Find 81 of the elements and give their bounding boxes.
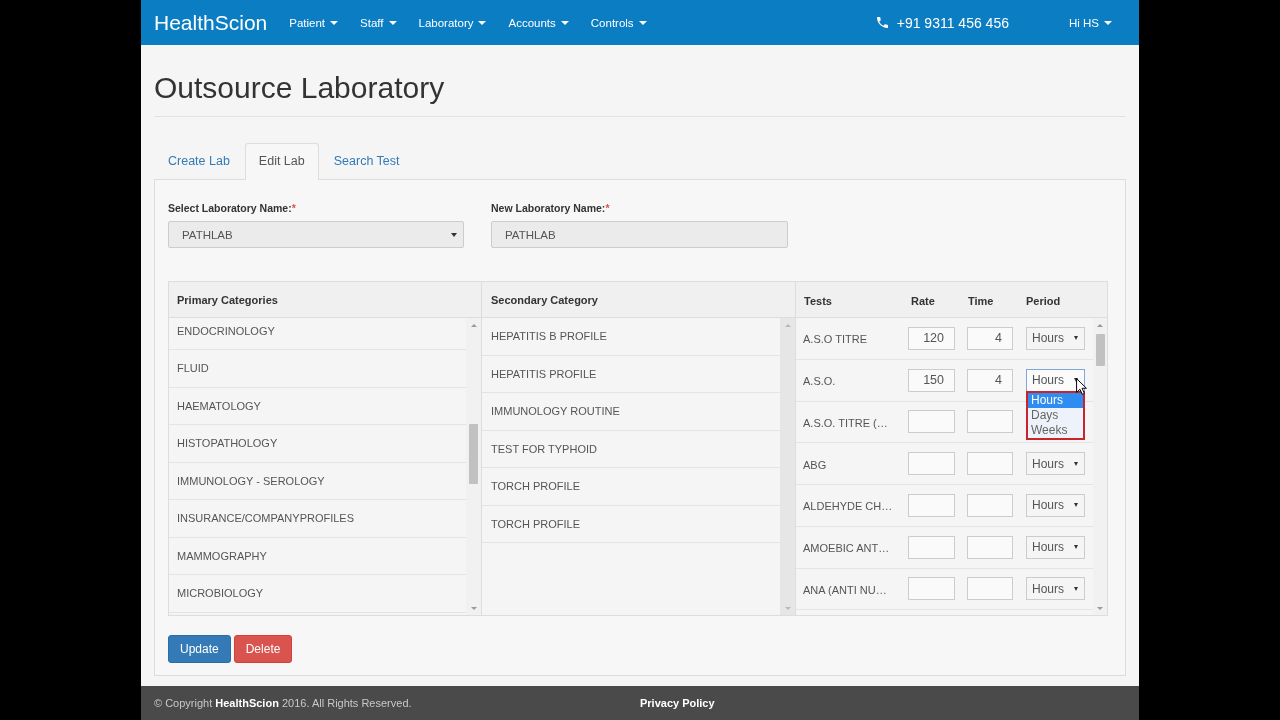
- caret-icon: [330, 20, 339, 25]
- delete-button[interactable]: Delete: [233, 635, 293, 663]
- period-select[interactable]: Hours: [1026, 452, 1085, 476]
- dropdown-option[interactable]: Weeks: [1028, 422, 1083, 438]
- caret-icon: [560, 20, 569, 25]
- rate-input[interactable]: [908, 535, 955, 559]
- caret-icon: [1074, 461, 1078, 466]
- test-name: A.S.O.: [803, 375, 836, 388]
- nav-menu-item[interactable]: Staff: [360, 16, 397, 29]
- privacy-policy-link[interactable]: Privacy Policy: [640, 697, 715, 709]
- column-header: Primary Categories: [169, 282, 481, 318]
- field-label: New Laboratory Name:*: [491, 201, 610, 216]
- time-input[interactable]: 4: [967, 368, 1013, 392]
- period-select[interactable]: Hours: [1026, 326, 1085, 350]
- rate-input[interactable]: [908, 452, 955, 476]
- user-menu[interactable]: Hi HS: [1068, 16, 1112, 29]
- test-name: A.S.O TITRE: [803, 333, 867, 346]
- time-input[interactable]: [967, 452, 1013, 476]
- caret-icon: [388, 20, 397, 25]
- caret-icon: [638, 20, 647, 25]
- scroll-down-arrow-icon[interactable]: [784, 607, 791, 610]
- caret-icon: [1074, 336, 1078, 341]
- column-header: Secondary Category: [482, 282, 795, 318]
- scrollbar-thumb[interactable]: [469, 424, 478, 484]
- nav-menu-item[interactable]: Accounts: [508, 16, 569, 29]
- nav-menu-item[interactable]: Controls: [590, 16, 647, 29]
- scrollbar[interactable]: [466, 318, 481, 615]
- brand-logo[interactable]: HealthScion: [154, 10, 268, 35]
- test-name: A.S.O. TITRE (…: [803, 416, 888, 429]
- nav-menu-item[interactable]: Patient: [289, 16, 339, 29]
- category-item[interactable]: ENDOCRINOLOGY: [169, 318, 466, 350]
- time-input[interactable]: 4: [967, 326, 1013, 350]
- page-title: Outsource Laboratory: [154, 71, 445, 104]
- caret-icon: [1104, 20, 1112, 25]
- phone-icon: [876, 17, 888, 28]
- tab[interactable]: Search Test: [319, 143, 414, 180]
- test-name: ANA (ANTI NU…: [803, 583, 887, 596]
- update-button[interactable]: Update: [168, 635, 231, 663]
- caret-icon: [1074, 545, 1078, 550]
- scroll-down-arrow-icon[interactable]: [470, 607, 477, 610]
- rate-input[interactable]: [908, 493, 955, 517]
- tab[interactable]: Create Lab: [154, 143, 244, 180]
- tab[interactable]: Edit Lab: [244, 143, 319, 180]
- scroll-down-arrow-icon[interactable]: [1097, 607, 1103, 610]
- scrollbar[interactable]: [780, 318, 795, 615]
- time-input[interactable]: [967, 493, 1013, 517]
- scroll-up-arrow-icon[interactable]: [470, 324, 477, 327]
- caret-icon: [1074, 503, 1078, 508]
- column-header: Tests: [804, 294, 832, 307]
- caret-icon: [478, 20, 487, 25]
- period-select[interactable]: Hours: [1026, 368, 1085, 392]
- nav-menu-item[interactable]: Laboratory: [418, 16, 487, 29]
- phone-number: +91 9311 456 456: [896, 14, 1009, 31]
- rate-input[interactable]: 150: [908, 368, 955, 392]
- time-input[interactable]: [967, 410, 1013, 434]
- field-label: Select Laboratory Name:*: [168, 201, 296, 216]
- caret-icon: [1074, 586, 1078, 591]
- scroll-up-arrow-icon[interactable]: [784, 324, 791, 327]
- column-header: Rate: [911, 294, 935, 307]
- time-input[interactable]: [967, 577, 1013, 601]
- laboratory-name-input[interactable]: PATHLAB: [491, 221, 788, 248]
- test-name: ABG: [803, 458, 827, 471]
- test-name: ALDEHYDE CH…: [803, 500, 893, 513]
- rate-input[interactable]: 120: [908, 326, 955, 350]
- period-select[interactable]: Hours: [1026, 577, 1085, 601]
- test-name: AMOEBIC ANT…: [803, 542, 890, 555]
- dropdown-option[interactable]: Days: [1028, 407, 1083, 423]
- column-header: Period: [1026, 294, 1061, 307]
- scroll-up-arrow-icon[interactable]: [1097, 324, 1103, 327]
- rate-input[interactable]: [908, 577, 955, 601]
- period-select[interactable]: Hours: [1026, 535, 1085, 559]
- period-select[interactable]: Hours: [1026, 493, 1085, 517]
- column-header: Time: [968, 294, 994, 307]
- mouse-pointer-icon: [1076, 377, 1087, 395]
- scrollbar-thumb[interactable]: [1095, 334, 1105, 366]
- laboratory-select[interactable]: PATHLAB: [168, 221, 464, 248]
- caret-icon: [451, 232, 457, 237]
- rate-input[interactable]: [908, 410, 955, 434]
- scrollbar[interactable]: [1093, 318, 1107, 615]
- copyright-text: © Copyright HealthScion 2016. All Rights Reserved.: [154, 697, 412, 709]
- time-input[interactable]: [967, 535, 1013, 559]
